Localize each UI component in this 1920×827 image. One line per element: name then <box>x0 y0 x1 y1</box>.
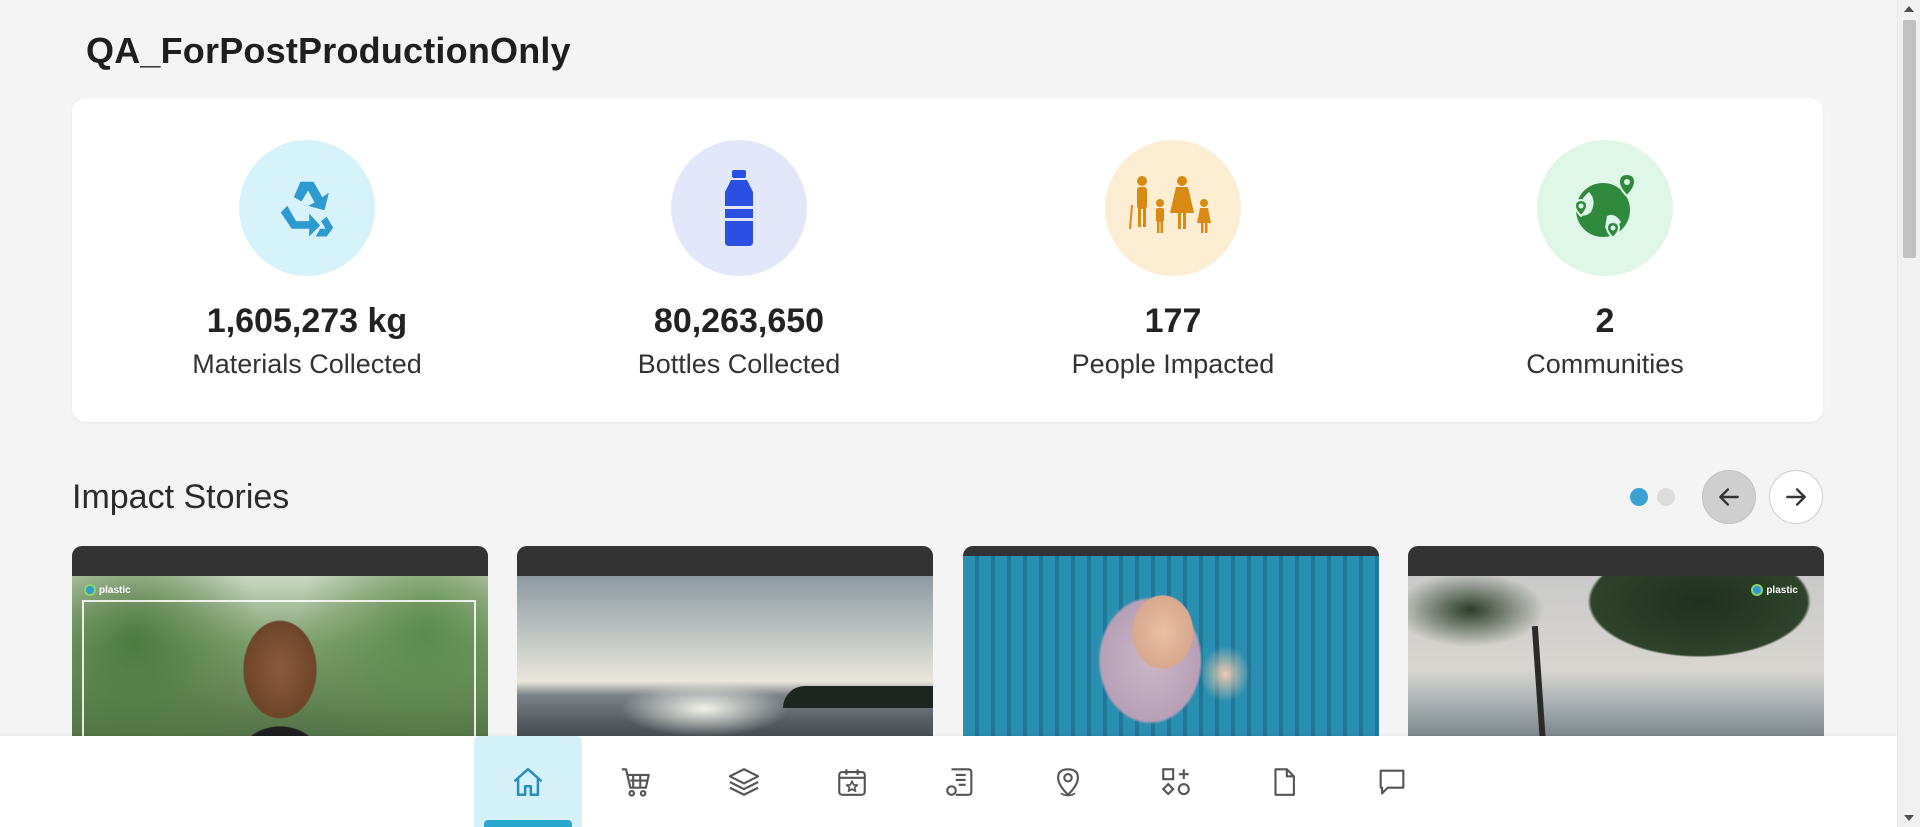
nav-home[interactable] <box>474 736 582 827</box>
brand-logo: plastic <box>1751 584 1798 596</box>
home-icon <box>513 767 543 796</box>
stat-label: People Impacted <box>1071 349 1275 379</box>
vertical-scrollbar[interactable] <box>1897 0 1920 827</box>
nav-messages[interactable] <box>1338 736 1446 827</box>
impact-story-card[interactable] <box>963 546 1379 746</box>
report-icon <box>946 767 973 796</box>
nav-reports[interactable] <box>906 736 1014 827</box>
arrow-left-icon <box>1719 488 1739 506</box>
ocean-sunset-photo <box>517 576 933 746</box>
beach-tree-photo <box>1408 576 1824 746</box>
document-icon <box>1274 767 1295 796</box>
stat-value: 2 <box>1595 302 1615 340</box>
stat-label: Communities <box>1526 349 1684 379</box>
page-title: QA_ForPostProductionOnly <box>86 30 571 71</box>
apps-icon <box>1161 767 1190 796</box>
stat-value: 177 <box>1144 302 1202 340</box>
scroll-thumb[interactable] <box>1903 20 1916 258</box>
bottle-icon <box>671 140 807 276</box>
nav-locations[interactable] <box>1014 736 1122 827</box>
map-pin-icon <box>1057 767 1079 796</box>
stat-bottles-collected: 80,263,650 Bottles Collected <box>589 140 889 380</box>
cart-icon <box>621 767 650 797</box>
scroll-up-arrow[interactable] <box>1904 6 1914 12</box>
globe-pins-icon <box>1537 140 1673 276</box>
bottom-navigation <box>0 736 1897 827</box>
stat-label: Bottles Collected <box>637 349 841 379</box>
active-tab-indicator <box>484 820 572 827</box>
stat-label: Materials Collected <box>192 349 422 379</box>
nav-layers[interactable] <box>690 736 798 827</box>
nav-cart[interactable] <box>582 736 690 827</box>
pagination-dot-2[interactable] <box>1657 488 1675 506</box>
carousel-next-button[interactable] <box>1769 470 1823 524</box>
chat-icon <box>1379 769 1405 794</box>
stat-value: 80,263,650 <box>653 302 825 340</box>
calendar-star-icon <box>838 768 866 796</box>
impact-stories-title: Impact Stories <box>72 478 290 516</box>
brand-logo: plastic <box>84 584 131 596</box>
recycle-icon <box>239 140 375 276</box>
nav-documents[interactable] <box>1230 736 1338 827</box>
nav-apps[interactable] <box>1122 736 1230 827</box>
layers-icon <box>728 767 760 796</box>
stat-communities: 2 Communities <box>1455 140 1755 380</box>
scroll-down-arrow[interactable] <box>1904 815 1914 821</box>
stat-people-impacted: 177 People Impacted <box>1023 140 1323 380</box>
stat-value: 1,605,273 kg <box>206 302 408 340</box>
family-icon <box>1105 140 1241 276</box>
mother-child-photo <box>963 556 1379 746</box>
pagination-dot-1[interactable] <box>1630 488 1648 506</box>
nav-events[interactable] <box>798 736 906 827</box>
shoreline-trees <box>783 686 933 708</box>
arrow-right-icon <box>1786 488 1806 506</box>
stat-materials-collected: 1,605,273 kg Materials Collected <box>157 140 457 380</box>
photo-frame <box>82 600 476 746</box>
stats-card: 1,605,273 kg Materials Collected 80,263,… <box>72 98 1823 422</box>
impact-story-card[interactable]: plastic <box>72 546 488 746</box>
carousel-prev-button[interactable] <box>1702 470 1756 524</box>
impact-story-card[interactable] <box>517 546 933 746</box>
carousel-pagination <box>1630 488 1675 506</box>
impact-story-card[interactable]: plastic <box>1408 546 1824 746</box>
